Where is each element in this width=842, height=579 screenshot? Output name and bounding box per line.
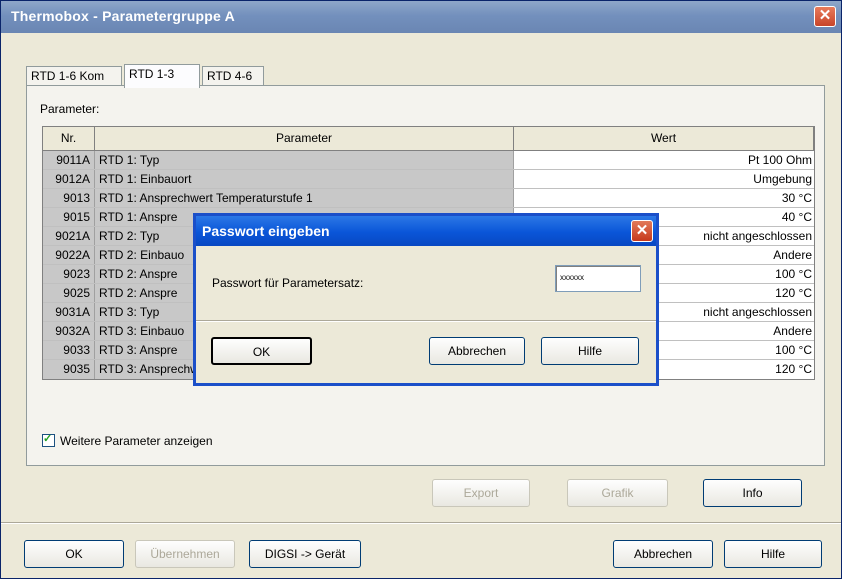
row-nr: 9023: [43, 265, 95, 283]
footer-divider-highlight: [1, 523, 841, 524]
tab-rtd-1-3[interactable]: RTD 1-3: [124, 64, 200, 88]
window-titlebar[interactable]: Thermobox - Parametergruppe A ✕: [1, 1, 841, 33]
dialog-titlebar[interactable]: Passwort eingeben ✕: [196, 216, 656, 246]
row-value[interactable]: 30 °C: [514, 189, 814, 207]
row-nr: 9022A: [43, 246, 95, 264]
dialog-help-button[interactable]: Hilfe: [541, 337, 639, 365]
row-nr: 9032A: [43, 322, 95, 340]
row-nr: 9015: [43, 208, 95, 226]
table-row[interactable]: 9011A RTD 1: Typ Pt 100 Ohm: [43, 151, 814, 170]
row-nr: 9035: [43, 360, 95, 379]
tab-rtd-4-6[interactable]: RTD 4-6: [202, 66, 264, 86]
apply-button[interactable]: Übernehmen: [135, 540, 235, 568]
row-parameter: RTD 1: Ansprechwert Temperaturstufe 1: [95, 189, 514, 207]
parameter-window: Thermobox - Parametergruppe A ✕ RTD 1-6 …: [0, 0, 842, 579]
column-header-parameter[interactable]: Parameter: [95, 127, 514, 150]
dialog-ok-button[interactable]: OK: [211, 337, 312, 365]
row-parameter: RTD 1: Typ: [95, 151, 514, 169]
row-nr: 9012A: [43, 170, 95, 188]
row-nr: 9013: [43, 189, 95, 207]
dialog-close-icon[interactable]: ✕: [631, 220, 653, 242]
close-icon[interactable]: ✕: [814, 6, 836, 27]
window-title: Thermobox - Parametergruppe A: [11, 8, 235, 24]
digsi-to-device-button[interactable]: DIGSI -> Gerät: [249, 540, 361, 568]
tab-rtd-1-6-kom[interactable]: RTD 1-6 Kom: [26, 66, 122, 86]
table-header: Nr. Parameter Wert: [43, 127, 814, 151]
row-nr: 9033: [43, 341, 95, 359]
dialog-title: Passwort eingeben: [202, 223, 330, 239]
column-header-wert[interactable]: Wert: [514, 127, 814, 150]
column-header-nr[interactable]: Nr.: [43, 127, 95, 150]
row-value[interactable]: Pt 100 Ohm: [514, 151, 814, 169]
row-parameter: RTD 1: Einbauort: [95, 170, 514, 188]
ok-button[interactable]: OK: [24, 540, 124, 568]
dialog-cancel-button[interactable]: Abbrechen: [429, 337, 525, 365]
cancel-button[interactable]: Abbrechen: [613, 540, 713, 568]
show-more-checkbox[interactable]: Weitere Parameter anzeigen: [42, 432, 213, 448]
parameter-label: Parameter:: [40, 102, 100, 116]
table-row[interactable]: 9013 RTD 1: Ansprechwert Temperaturstufe …: [43, 189, 814, 208]
info-button[interactable]: Info: [703, 479, 802, 507]
row-nr: 9011A: [43, 151, 95, 169]
row-value[interactable]: Umgebung: [514, 170, 814, 188]
password-label: Passwort für Parametersatz:: [212, 276, 364, 290]
grafik-button[interactable]: Grafik: [567, 479, 668, 507]
password-input[interactable]: xxxxxx: [555, 265, 641, 292]
export-button[interactable]: Export: [432, 479, 530, 507]
row-nr: 9031A: [43, 303, 95, 321]
help-button[interactable]: Hilfe: [724, 540, 822, 568]
show-more-label: Weitere Parameter anzeigen: [60, 434, 213, 448]
dialog-divider-highlight: [196, 321, 656, 322]
row-nr: 9021A: [43, 227, 95, 245]
checkbox-checked-icon[interactable]: [42, 432, 55, 447]
password-dialog: Passwort eingeben ✕ Passwort für Paramet…: [193, 213, 659, 386]
row-nr: 9025: [43, 284, 95, 302]
table-row[interactable]: 9012A RTD 1: Einbauort Umgebung: [43, 170, 814, 189]
